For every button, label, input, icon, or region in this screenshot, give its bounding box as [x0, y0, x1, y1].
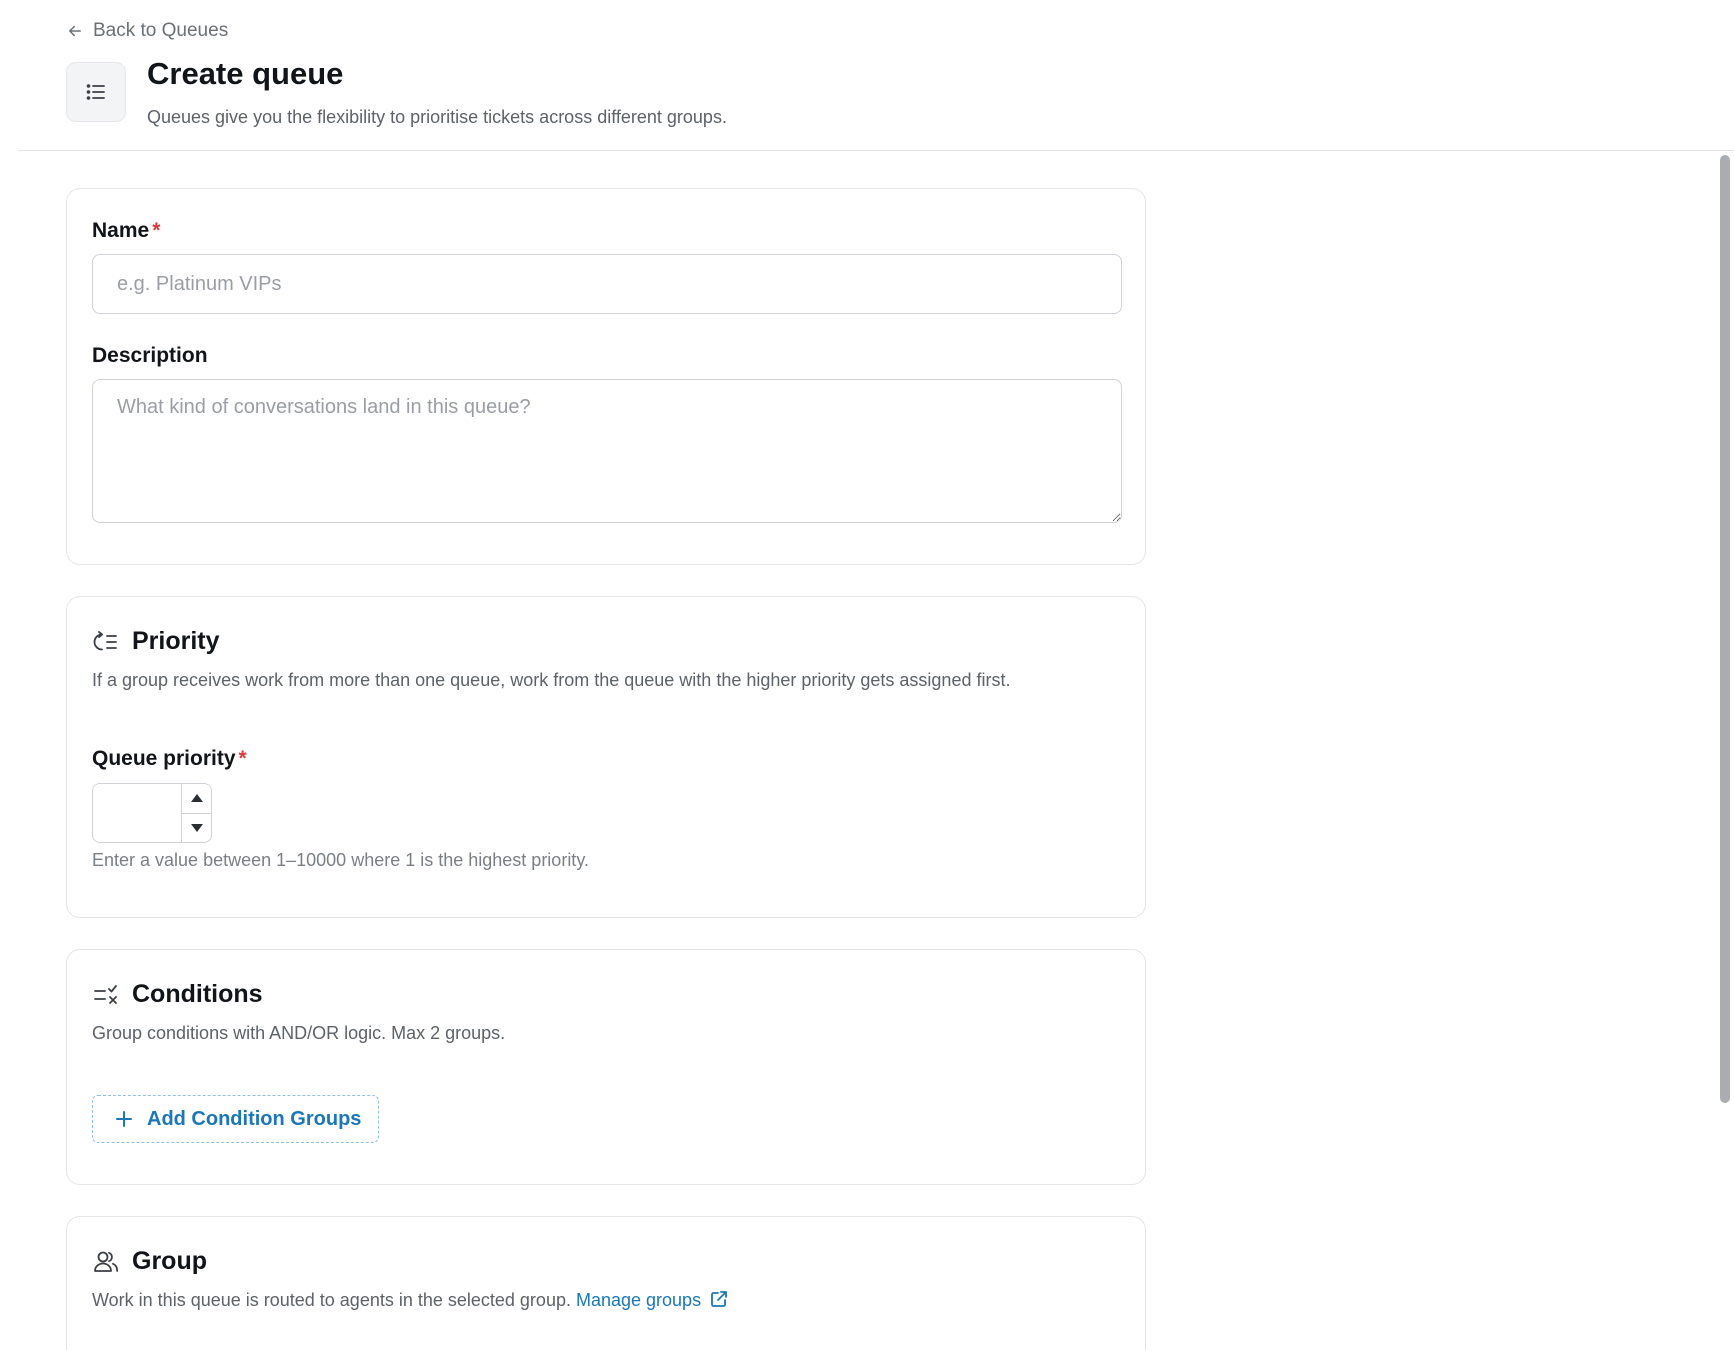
add-condition-groups-label: Add Condition Groups: [147, 1107, 362, 1130]
required-marker: *: [238, 747, 247, 770]
priority-description: If a group receives work from more than …: [92, 670, 1011, 690]
queue-priority-hint: Enter a value between 1–10000 where 1 is…: [92, 850, 589, 870]
back-to-queues-link[interactable]: Back to Queues: [66, 20, 228, 42]
add-condition-groups-button[interactable]: Add Condition Groups: [92, 1095, 379, 1143]
name-field-label: Name *: [92, 219, 160, 243]
queue-priority-label-text: Queue priority: [92, 747, 236, 770]
users-icon: [94, 1251, 119, 1272]
group-description-row: Work in this queue is routed to agents i…: [92, 1289, 729, 1311]
list-icon: [86, 84, 105, 100]
priority-sort-icon: [93, 630, 117, 650]
page-header: Back to Queues Create queue Queues give …: [0, 0, 1734, 151]
page-scrollbar[interactable]: [1716, 151, 1734, 1350]
manage-groups-link[interactable]: Manage groups: [576, 1290, 729, 1310]
queue-priority-label: Queue priority *: [92, 747, 247, 771]
group-card: Group Work in this queue is routed to ag…: [66, 1216, 1146, 1350]
conditions-check-icon: [94, 984, 117, 1004]
manage-groups-label: Manage groups: [575, 1290, 702, 1310]
plus-icon: [116, 1111, 132, 1127]
conditions-card: Conditions Group conditions with AND/OR …: [66, 949, 1146, 1185]
scrollbar-thumb[interactable]: [1720, 155, 1730, 1103]
triangle-up-icon: [190, 794, 203, 803]
group-section-header: Group: [92, 1247, 207, 1276]
queue-priority-input[interactable]: [93, 784, 181, 842]
required-marker: *: [152, 219, 161, 242]
group-title: Group: [132, 1247, 207, 1275]
increment-button[interactable]: [182, 784, 211, 813]
create-queue-page: Back to Queues Create queue Queues give …: [0, 0, 1734, 1350]
conditions-section-header: Conditions: [92, 980, 263, 1009]
queue-header-icon-box: [66, 62, 126, 122]
arrow-left-icon: [69, 25, 81, 37]
name-label-text: Name: [92, 219, 150, 242]
description-field-label: Description: [92, 344, 208, 367]
group-description: Work in this queue is routed to agents i…: [92, 1290, 571, 1310]
queue-priority-stepper: [92, 783, 212, 843]
conditions-title: Conditions: [132, 980, 263, 1008]
description-textarea[interactable]: [92, 379, 1122, 523]
back-link-label: Back to Queues: [93, 20, 229, 41]
priority-title: Priority: [132, 627, 220, 655]
priority-card: Priority If a group receives work from m…: [66, 596, 1146, 918]
decrement-button[interactable]: [182, 812, 211, 843]
header-divider: [18, 150, 1734, 151]
name-input[interactable]: [92, 254, 1122, 314]
page-title: Create queue: [147, 56, 344, 91]
conditions-description: Group conditions with AND/OR logic. Max …: [92, 1023, 506, 1043]
stepper-buttons: [181, 784, 211, 842]
queue-details-card: Name* Description: [66, 188, 1146, 565]
triangle-down-icon: [190, 823, 203, 832]
priority-section-header: Priority: [92, 627, 220, 656]
external-link-icon: [711, 1291, 727, 1307]
page-subtitle: Queues give you the flexibility to prior…: [147, 107, 727, 127]
